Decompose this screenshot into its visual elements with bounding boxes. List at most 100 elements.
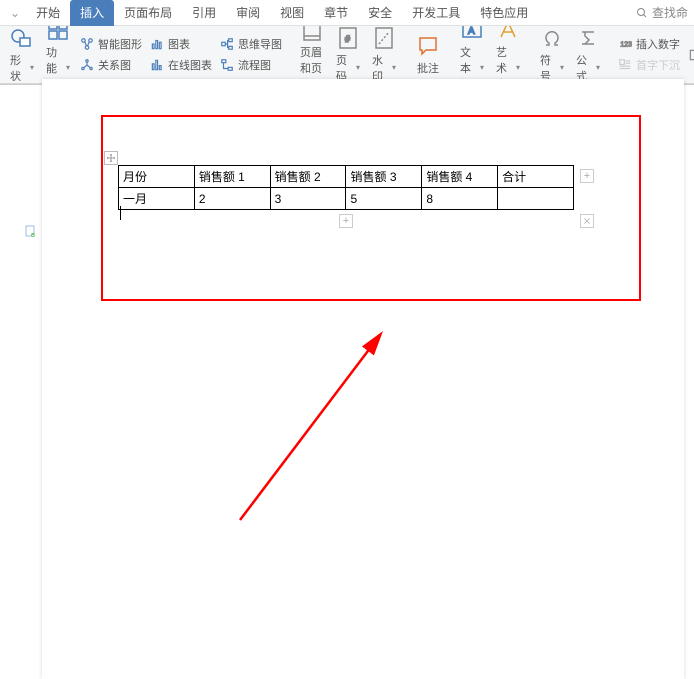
table-header-cell[interactable]: 合计 [498,166,574,188]
tab-ref[interactable]: 引用 [182,0,226,26]
table-cell[interactable]: 一月 [119,188,195,210]
svg-text:#: # [345,34,350,44]
table-row[interactable]: 月份 销售额 1 销售额 2 销售额 3 销售额 4 合计 [119,166,574,188]
add-column-button[interactable]: + [580,169,594,183]
smartart-button[interactable]: 智能图形 [76,34,146,54]
textbox-button[interactable]: A 文本框▾ [454,26,490,84]
mindmap-label: 思维导图 [238,36,282,52]
table-move-handle[interactable] [104,151,118,165]
search-placeholder: 查找命 [652,4,688,21]
watermark-icon [372,26,396,50]
data-table[interactable]: 月份 销售额 1 销售额 2 销售额 3 销售额 4 合计 一月 2 3 5 8 [118,165,574,210]
func-img-icon [46,26,70,42]
table-wrapper: 月份 销售额 1 销售额 2 销售额 3 销售额 4 合计 一月 2 3 5 8… [118,165,574,210]
insert-number-label: 插入数字 [636,36,680,52]
caret-icon: ▾ [480,63,484,72]
tab-view[interactable]: 视图 [270,0,314,26]
search-icon [636,7,648,19]
object-icon [688,48,694,62]
flow-button[interactable]: 流程图 [216,55,286,75]
wordart-label: 艺术字 [496,44,515,85]
flow-icon [220,58,234,72]
table-cell[interactable]: 3 [270,188,346,210]
caret-icon: ▾ [356,63,360,72]
online-chart-label: 在线图表 [168,57,212,73]
relation-label: 关系图 [98,57,131,73]
symbol-button[interactable]: 符号▾ [534,26,570,84]
mindmap-button[interactable]: 思维导图 [216,34,286,54]
caret-icon: ▾ [66,63,70,72]
shapes-button[interactable]: 形状▾ [4,26,40,84]
table-header-cell[interactable]: 销售额 1 [194,166,270,188]
wordart-button[interactable]: 艺术字▾ [490,26,526,84]
table-cell[interactable]: 5 [346,188,422,210]
text-cursor [120,206,121,220]
dropcap-label: 首字下沉 [636,57,680,73]
wordart-icon [496,26,520,42]
chart-icon [150,37,164,51]
tab-start[interactable]: 开始 [26,0,70,26]
document-area: 月份 销售额 1 销售额 2 销售额 3 销售额 4 合计 一月 2 3 5 8… [0,84,694,590]
pagenum-button[interactable]: # 页码▾ [330,26,366,84]
tab-security[interactable]: 安全 [358,0,402,26]
table-cell[interactable]: 8 [422,188,498,210]
online-chart-icon [150,58,164,72]
search-box[interactable]: 查找命 [636,4,694,21]
comment-button[interactable]: 批注 [410,32,446,78]
resize-icon [583,217,591,225]
object-button[interactable]: 对 [684,45,694,65]
table-header-cell[interactable]: 销售额 2 [270,166,346,188]
number-icon: 123 [618,37,632,51]
table-row[interactable]: 一月 2 3 5 8 [119,188,574,210]
page-tag-icon[interactable] [24,225,36,239]
chart-button[interactable]: 图表 [146,34,216,54]
mindmap-icon [220,37,234,51]
svg-text:123: 123 [620,41,632,48]
table-header-cell[interactable]: 销售额 4 [422,166,498,188]
smartart-icon [80,37,94,51]
table-cell[interactable]: 2 [194,188,270,210]
table-resize-handle[interactable] [580,214,594,228]
shapes-label: 形状 [10,52,29,84]
pagenum-icon: # [336,26,360,50]
comment-label: 批注 [417,60,439,76]
formula-button[interactable]: 公式▾ [570,26,606,84]
dropcap-button[interactable]: 首字下沉 [614,55,684,75]
func-img-label: 功能图 [46,44,65,85]
tab-insert[interactable]: 插入 [70,0,114,26]
textbox-icon: A [460,26,484,42]
relation-icon [80,58,94,72]
move-icon [106,153,116,163]
chart-label: 图表 [168,36,190,52]
add-row-button[interactable]: + [339,214,353,228]
relation-button[interactable]: 关系图 [76,55,146,75]
watermark-button[interactable]: 水印▾ [366,26,402,84]
svg-text:A: A [468,26,475,37]
dropcap-icon [618,58,632,72]
caret-icon: ▾ [560,63,564,72]
flow-label: 流程图 [238,57,271,73]
insert-number-button[interactable]: 123 插入数字 [614,34,684,54]
tab-dev[interactable]: 开发工具 [402,0,470,26]
tab-special[interactable]: 特色应用 [470,0,538,26]
menu-chevron-icon[interactable]: ⌄ [4,6,26,20]
formula-icon [576,26,600,50]
page[interactable]: 月份 销售额 1 销售额 2 销售额 3 销售额 4 合计 一月 2 3 5 8… [42,79,684,679]
symbol-icon [540,26,564,50]
table-cell[interactable] [498,188,574,210]
table-header-cell[interactable]: 销售额 3 [346,166,422,188]
caret-icon: ▾ [392,63,396,72]
func-img-button[interactable]: 功能图▾ [40,26,76,84]
tab-chapter[interactable]: 章节 [314,0,358,26]
header-footer-icon [300,26,324,42]
table-header-cell[interactable]: 月份 [119,166,195,188]
tab-layout[interactable]: 页面布局 [114,0,182,26]
tab-review[interactable]: 审阅 [226,0,270,26]
online-chart-button[interactable]: 在线图表 [146,55,216,75]
textbox-label: 文本框 [460,44,479,85]
header-footer-button[interactable]: 页眉和页脚 [294,26,330,84]
ribbon: 形状▾ 功能图▾ 智能图形 关系图 图表 在线图表 思维导图 流程图 页眉和页脚… [0,26,694,84]
header-footer-label: 页眉和页脚 [300,44,324,85]
smartart-label: 智能图形 [98,36,142,52]
caret-icon: ▾ [516,63,520,72]
